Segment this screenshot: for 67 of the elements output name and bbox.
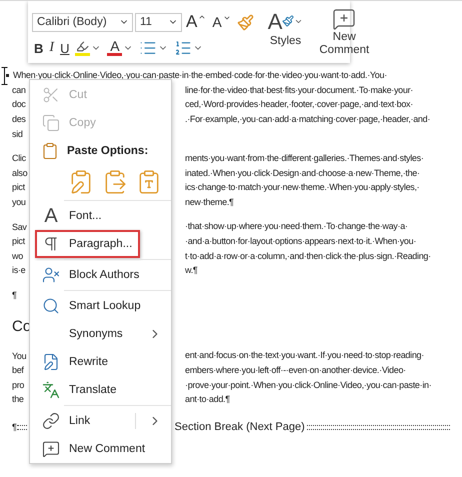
- format-painter-button[interactable]: [234, 12, 256, 32]
- document-text: Clic: [12, 153, 27, 164]
- document-text: pict: [12, 236, 26, 246]
- document-text: ant·to·add.¶: [185, 393, 230, 406]
- document-text: des: [12, 114, 27, 124]
- document-text: new·theme.¶: [185, 196, 234, 209]
- document-text: ·prove·your·point.·When·you·click·Online·Video,·you·can·paste·in·: [185, 378, 432, 392]
- paragraph-mark: ¶: [12, 422, 17, 432]
- document-text: also: [12, 168, 28, 178]
- document-text: can: [12, 84, 27, 95]
- link-icon: [42, 412, 60, 430]
- document-text: bef: [12, 365, 25, 376]
- pen-document-icon: [42, 353, 60, 371]
- font-size-dropdown[interactable]: 11: [135, 12, 182, 32]
- document-text: sid: [12, 128, 23, 139]
- document-text: ¶: [12, 290, 17, 300]
- caret-icon: [222, 14, 231, 22]
- document-text: you: [12, 197, 27, 208]
- italic-button[interactable]: I: [47, 38, 56, 58]
- document-text: ·that·show·up·where·you·need·them.·To·change·the·way·a·: [185, 220, 408, 234]
- text-cursor-icon: [1, 67, 8, 85]
- comment-plus-icon: [331, 7, 358, 31]
- new-comment-button[interactable]: New Comment: [315, 5, 374, 59]
- document-text: embers·where·you·left·off·-·even·on·another·device.·Video·: [185, 364, 406, 377]
- underline-button[interactable]: U: [58, 38, 72, 58]
- document-text: pro: [12, 380, 26, 390]
- document-text: Sav: [12, 222, 28, 232]
- document-text: You: [12, 350, 28, 361]
- blocked-user-icon: [42, 266, 60, 284]
- document-text: the: [12, 394, 25, 404]
- shrink-font-button[interactable]: A: [210, 12, 233, 32]
- paste-options-heading: Paste Options:: [67, 145, 148, 157]
- paintbrush-icon: [282, 15, 294, 27]
- paintbrush-icon: [236, 14, 254, 30]
- document-text: When·you·click·Online·Video,·you·can·paste·in·the·embed·code·for·the·video·you·want·to·add.·You·: [13, 70, 387, 80]
- numbered-list-icon: [174, 39, 192, 57]
- font-icon: A: [41, 206, 61, 226]
- document-text: line·for·the·video·that·best·fits·your·document.·To·make·your·: [185, 84, 413, 97]
- grow-font-button[interactable]: A: [184, 12, 208, 32]
- up-caret-icon: [198, 13, 206, 21]
- highlighter-icon: [76, 40, 90, 53]
- clipboard-icon: [41, 142, 59, 160]
- document-text: ced,·Word·provides·header,·footer,·cover·page,·and·text·box·: [185, 98, 413, 112]
- font-name-dropdown[interactable]: Calibri (Body): [32, 12, 133, 32]
- section-break-label: Section Break (Next Page): [174, 420, 305, 433]
- search-icon: [42, 297, 60, 315]
- document-text: is·e: [12, 265, 26, 276]
- document-text: inated.·When·you·click·Design·and·choose·a·new·Theme,·the·: [185, 166, 420, 180]
- menu-item[interactable]: Paragraph...: [35, 230, 140, 258]
- document-text: w.¶: [185, 264, 198, 278]
- comment-plus-icon: [42, 440, 60, 458]
- document-text: ics·change·to·match·your·new·theme.·When·you·apply·styles,·: [185, 181, 420, 194]
- document-text: .·For·example,·you·can·add·a·matching·cover·page,·header,·and·: [185, 112, 430, 126]
- document-text: wo: [12, 250, 24, 261]
- scissors-icon: [42, 86, 60, 104]
- bold-button[interactable]: B: [32, 38, 46, 58]
- document-text: t·to·add·a·row·or·a·column,·and·then·click·the·plus·sign.·Reading·: [185, 250, 431, 263]
- document-text: pict: [12, 182, 26, 192]
- copy-icon: [42, 114, 60, 132]
- document-text: ·and·a·button·for·layout·options·appears·next·to·it.·When·you·: [185, 234, 416, 248]
- document-text: ments·you·want·from·the·different·galleries.·Themes·and·styles·: [185, 152, 424, 165]
- document-text: doc: [12, 99, 27, 110]
- bulleted-list-icon: [139, 39, 158, 57]
- styles-button[interactable]: A Styles: [264, 5, 308, 59]
- document-text: ent·and·focus·on·the·text·you·want.·If·you·need·to·stop·reading·: [185, 349, 424, 362]
- translate-icon: [42, 381, 60, 399]
- font-color-button[interactable]: A: [105, 38, 136, 58]
